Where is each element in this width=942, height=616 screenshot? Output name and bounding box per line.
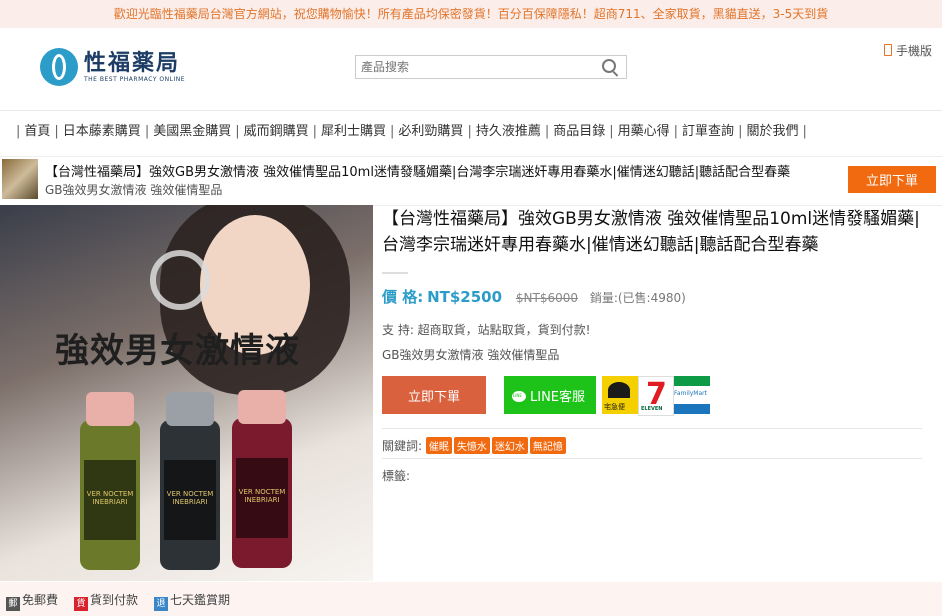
carrier-logos: 宅急便 ELEVEN FamilyMart xyxy=(602,376,710,416)
product-thumbnail xyxy=(2,159,38,199)
familymart-icon: FamilyMart xyxy=(674,376,710,414)
keyword-tag[interactable]: 無記憶 xyxy=(529,437,566,454)
gb-logo-mark xyxy=(150,250,210,310)
free-shipping-item: 郵免郵費 xyxy=(6,591,58,611)
bottle-label: VER NOCTEM INEBRIARI xyxy=(164,460,216,540)
support-info: 支 持: 超商取貨，站點取貨，貨到付款! xyxy=(382,323,591,337)
logo-name: 性福薬局 xyxy=(84,50,181,76)
divider xyxy=(382,272,408,274)
seven-eleven-icon: ELEVEN xyxy=(638,376,674,416)
cod-label: 貨到付款 xyxy=(90,593,139,607)
return-label: 七天鑑賞期 xyxy=(170,593,231,607)
tags-label: 標籤: xyxy=(382,469,411,483)
keywords-row: 關鍵詞: 催眠 失憶水 迷幻水 無記憶 xyxy=(382,428,922,454)
order-now-button-top[interactable]: 立即下單 xyxy=(848,166,936,193)
mail-badge-icon: 郵 xyxy=(6,597,20,611)
nav-item-priligy[interactable]: 必利勁購買 xyxy=(398,124,463,139)
sales-count: 銷量:(已售:4980) xyxy=(589,291,686,305)
cod-item: 貨貨到付款 xyxy=(74,591,138,611)
line-support-button[interactable]: LINE客服 xyxy=(504,376,596,414)
logo-icon xyxy=(40,48,78,86)
nav-item-viagra[interactable]: 威而鋼購買 xyxy=(244,124,309,139)
search-box xyxy=(355,55,627,79)
sticky-product-bar: 【台灣性福藥局】強效GB男女激情液 強效催情聖品10ml迷情發騷媚藥|台灣李宗瑞… xyxy=(0,156,942,206)
line-support-label: LINE客服 xyxy=(530,389,586,405)
bottle-label: VER NOCTEM INEBRIARI xyxy=(84,460,136,540)
product-image: 強效男女激情液 VER NOCTEM INEBRIARI VER NOCTEM … xyxy=(0,205,373,581)
price-row: 價 格: NT$2500 $NT$6000 銷量:(已售:4980) xyxy=(382,286,922,307)
nav-item-cialis[interactable]: 犀利士購買 xyxy=(321,124,386,139)
product-detail: 【台灣性福藥局】強效GB男女激情液 強效催情聖品10ml迷情發騷媚藥|台灣李宗瑞… xyxy=(382,206,922,483)
nav-item-order-query[interactable]: 訂單查詢 xyxy=(682,124,734,139)
phone-icon xyxy=(883,44,892,56)
nav-item-catalog[interactable]: 商品目錄 xyxy=(553,124,605,139)
black-cat-icon: 宅急便 xyxy=(602,376,638,414)
service-bar: 郵免郵費 貨貨到付款 退七天鑑賞期 xyxy=(0,582,942,616)
bottle-red: VER NOCTEM INEBRIARI xyxy=(232,390,292,568)
nav-item-reviews[interactable]: 用藥心得 xyxy=(618,124,670,139)
nav-item-us-black-gold[interactable]: 美國黑金購買 xyxy=(153,124,231,139)
bottle-green: VER NOCTEM INEBRIARI xyxy=(80,392,140,570)
free-shipping-label: 免郵費 xyxy=(22,593,59,607)
nav-item-home[interactable]: 首頁 xyxy=(24,124,50,139)
return-item: 退七天鑑賞期 xyxy=(154,591,230,611)
bottle-gray: VER NOCTEM INEBRIARI xyxy=(160,392,220,570)
price-value: NT$2500 xyxy=(427,288,503,306)
site-header: 性福薬局 THE BEST PHARMACY ONLINE 手機版 xyxy=(0,28,942,111)
mobile-version-link[interactable]: 手機版 xyxy=(883,42,932,59)
bottle-label: VER NOCTEM INEBRIARI xyxy=(236,458,288,538)
nav-item-about[interactable]: 關於我們 xyxy=(746,124,798,139)
keywords-label: 關鍵詞: xyxy=(382,439,423,453)
return-badge-icon: 退 xyxy=(154,597,168,611)
announcement-bar: 歡迎光臨性福藥局台灣官方網站，祝您購物愉快！所有產品均保密發貨！百分百保障隱私！… xyxy=(0,0,942,28)
keyword-tag[interactable]: 迷幻水 xyxy=(491,437,528,454)
price-label: 價 格: xyxy=(382,288,424,306)
order-now-button[interactable]: 立即下單 xyxy=(382,376,486,414)
product-title: 【台灣性福藥局】強效GB男女激情液 強效催情聖品10ml迷情發騷媚藥|台灣李宗瑞… xyxy=(382,209,920,255)
keyword-tag[interactable]: 催眠 xyxy=(425,437,452,454)
search-input[interactable] xyxy=(356,57,596,77)
main-nav: | 首頁 | 日本藤素購買 | 美國黑金購買 | 威而鋼購買 | 犀利士購買 | 必利勁購買 | 持久液推… xyxy=(16,124,807,139)
original-price: $NT$6000 xyxy=(515,291,578,305)
mobile-version-label: 手機版 xyxy=(895,44,932,58)
hero-caption: 強效男女激情液 xyxy=(55,331,300,371)
keyword-tag[interactable]: 失憶水 xyxy=(453,437,490,454)
prodbar-subtitle: GB強效男女激情液 強效催情聖品 xyxy=(45,183,223,197)
line-icon xyxy=(512,390,526,402)
nav-item-japan[interactable]: 日本藤素購買 xyxy=(63,124,141,139)
tags-row: 標籤: xyxy=(382,458,922,484)
logo-tagline: THE BEST PHARMACY ONLINE xyxy=(84,75,186,83)
product-subtitle: GB強效男女激情液 強效催情聖品 xyxy=(382,348,560,362)
nav-item-spray[interactable]: 持久液推薦 xyxy=(476,124,541,139)
prodbar-title: 【台灣性福藥局】強效GB男女激情液 強效催情聖品10ml迷情發騷媚藥|台灣李宗瑞… xyxy=(45,165,791,180)
site-logo[interactable]: 性福薬局 THE BEST PHARMACY ONLINE xyxy=(40,48,185,86)
cod-badge-icon: 貨 xyxy=(74,597,88,611)
search-icon[interactable] xyxy=(602,59,616,73)
